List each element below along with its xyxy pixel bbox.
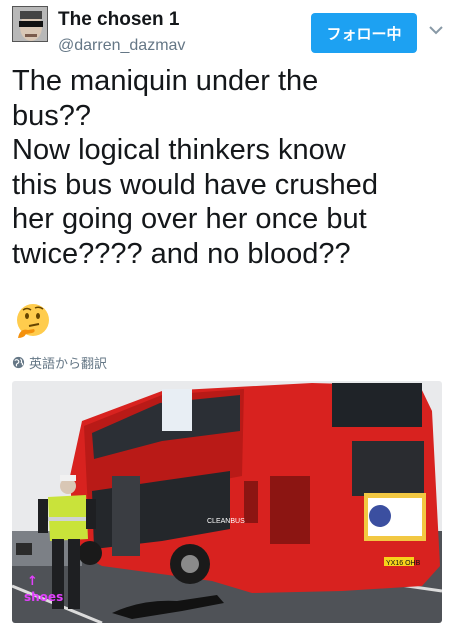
tweet-text-line: bus??	[12, 99, 92, 132]
tweet-text: The maniquin under the bus?? Now logical…	[12, 64, 444, 271]
user-handle[interactable]: @darren_dazmav	[58, 37, 185, 55]
globe-icon	[12, 356, 25, 368]
shoes-annotation: shoes	[24, 590, 64, 604]
translate-label: 英語から翻訳	[29, 355, 108, 371]
tweet-text-line: twice???? and no blood??	[12, 237, 351, 270]
bus-photo-image: YX16 OHB CLEANBUS	[12, 381, 442, 623]
bus-plate-text: YX16 OHB	[386, 560, 421, 567]
tweet-text-line: The maniquin under the	[12, 65, 319, 97]
chevron-down-icon[interactable]	[428, 24, 444, 36]
annotation-arrow: ↑	[27, 574, 38, 589]
thinking-face-emoji	[17, 304, 49, 338]
bus-side-text: CLEANBUS	[207, 518, 245, 525]
tweet-text-line: Now logical thinkers know	[12, 134, 346, 166]
avatar[interactable]	[12, 6, 48, 42]
tweet-photo[interactable]: YX16 OHB CLEANBUS ↑ shoes	[12, 381, 442, 623]
following-button[interactable]: フォロー中	[311, 13, 417, 53]
display-name[interactable]: The chosen 1	[58, 9, 179, 31]
translate-link[interactable]: 英語から翻訳	[12, 353, 107, 371]
tweet-text-line: her going over her once but	[12, 203, 367, 235]
tweet-text-line: this bus would have crushed	[12, 168, 378, 201]
